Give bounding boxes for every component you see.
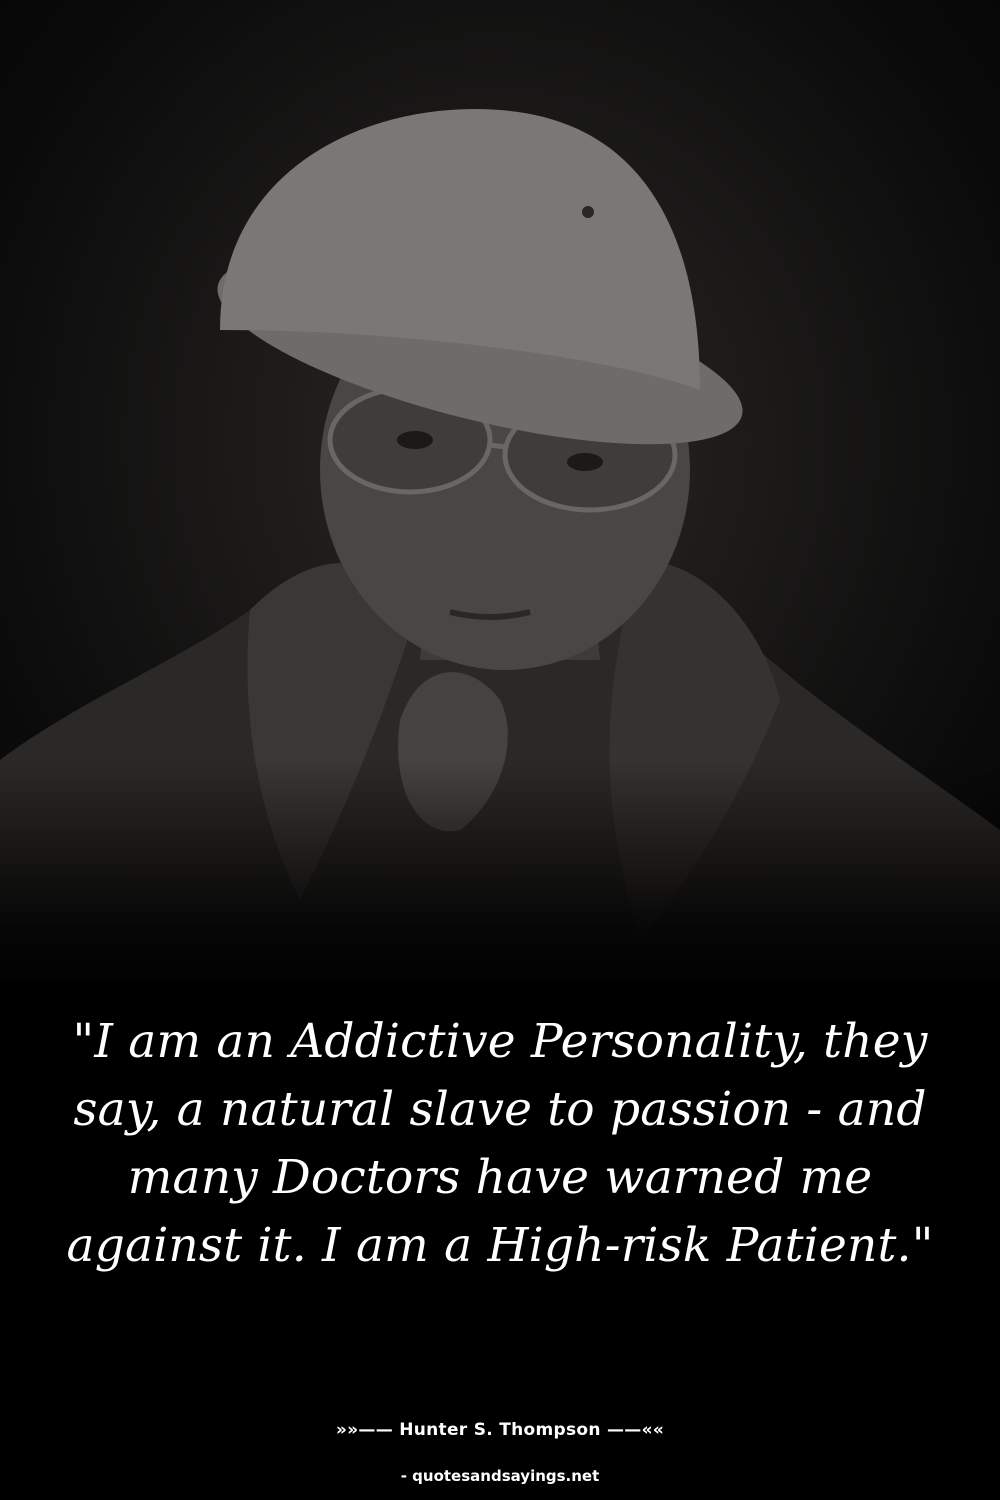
source-credit: - quotesandsayings.net <box>400 1467 600 1485</box>
quote-text: "I am an Addictive Personality, they say… <box>66 1014 934 1273</box>
eye-right <box>567 453 603 471</box>
author-attribution: »»—— Hunter S. Thompson ——«« <box>335 1420 665 1440</box>
quote-card: "I am an Addictive Personality, they say… <box>0 0 1000 1500</box>
photo-fade <box>0 760 1000 1000</box>
helmet-vent <box>582 206 594 218</box>
eye-left <box>397 431 433 449</box>
